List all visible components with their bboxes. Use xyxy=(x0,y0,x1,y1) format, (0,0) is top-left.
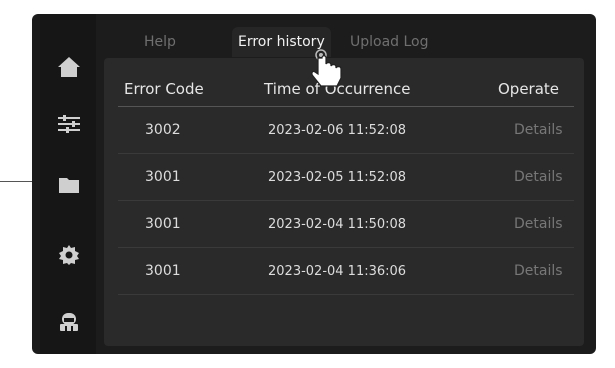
tab-upload-log[interactable]: Upload Log xyxy=(350,27,429,57)
gear-icon[interactable] xyxy=(56,242,82,268)
details-link[interactable]: Details xyxy=(514,122,563,138)
sidebar xyxy=(40,14,96,354)
error-code: 3001 xyxy=(145,263,181,279)
occurrence-time: 2023-02-05 11:52:08 xyxy=(268,170,407,185)
tab-help[interactable]: Help xyxy=(144,27,176,57)
robot-icon[interactable] xyxy=(56,309,82,335)
hand-pointer-icon xyxy=(311,48,347,94)
table-row: 3002 2023-02-06 11:52:08 Details xyxy=(118,107,574,154)
folder-icon[interactable] xyxy=(56,172,82,198)
error-code: 3001 xyxy=(145,169,181,185)
error-history-panel: Error Code Time of Occurrence Operate 30… xyxy=(104,58,584,346)
tab-bar: Help Error history Upload Log xyxy=(104,14,596,58)
table-row: 3001 2023-02-04 11:36:06 Details xyxy=(118,248,574,295)
sliders-icon[interactable] xyxy=(56,111,82,137)
table-row: 3001 2023-02-05 11:52:08 Details xyxy=(118,154,574,201)
details-link[interactable]: Details xyxy=(514,216,563,232)
occurrence-time: 2023-02-04 11:50:08 xyxy=(268,217,407,232)
details-link[interactable]: Details xyxy=(514,169,563,185)
error-code: 3002 xyxy=(145,122,181,138)
error-code: 3001 xyxy=(145,216,181,232)
details-link[interactable]: Details xyxy=(514,263,563,279)
callout-line xyxy=(0,181,33,182)
table-row: 3001 2023-02-04 11:50:08 Details xyxy=(118,201,574,248)
occurrence-time: 2023-02-04 11:36:06 xyxy=(268,264,407,279)
device-screen: Help Error history Upload Log Error Code… xyxy=(32,14,596,354)
header-operate: Operate xyxy=(498,80,560,98)
home-icon[interactable] xyxy=(56,54,82,80)
occurrence-time: 2023-02-06 11:52:08 xyxy=(268,123,407,138)
header-error-code: Error Code xyxy=(124,80,204,98)
